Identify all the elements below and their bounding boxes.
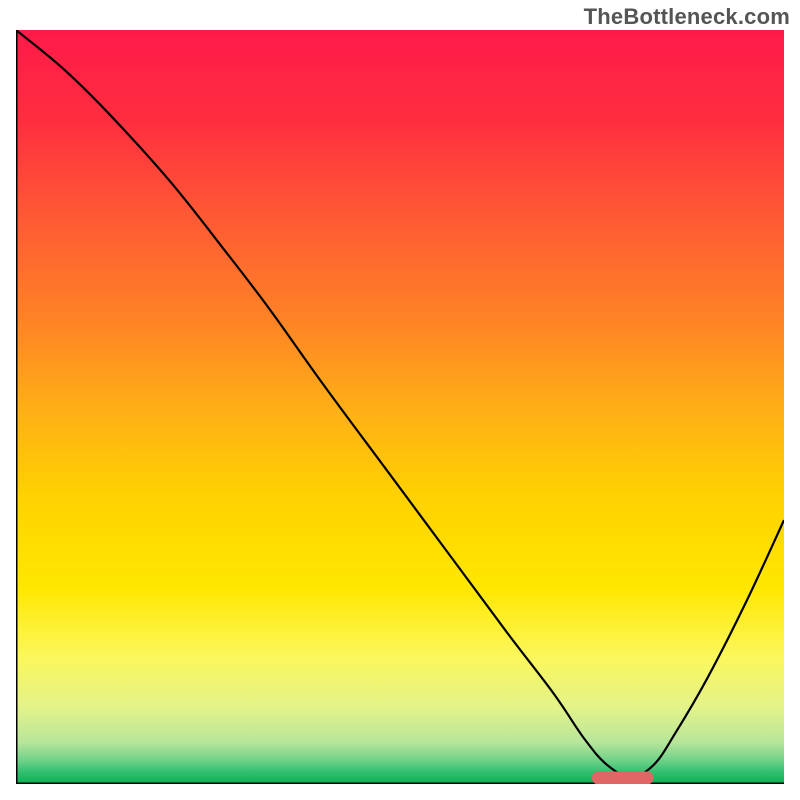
valley-marker [592,772,653,784]
plot-frame [16,30,784,784]
chart-svg [16,30,784,784]
gradient-background [16,30,784,784]
watermark-text: TheBottleneck.com [584,4,790,30]
chart-container: TheBottleneck.com [0,0,800,800]
